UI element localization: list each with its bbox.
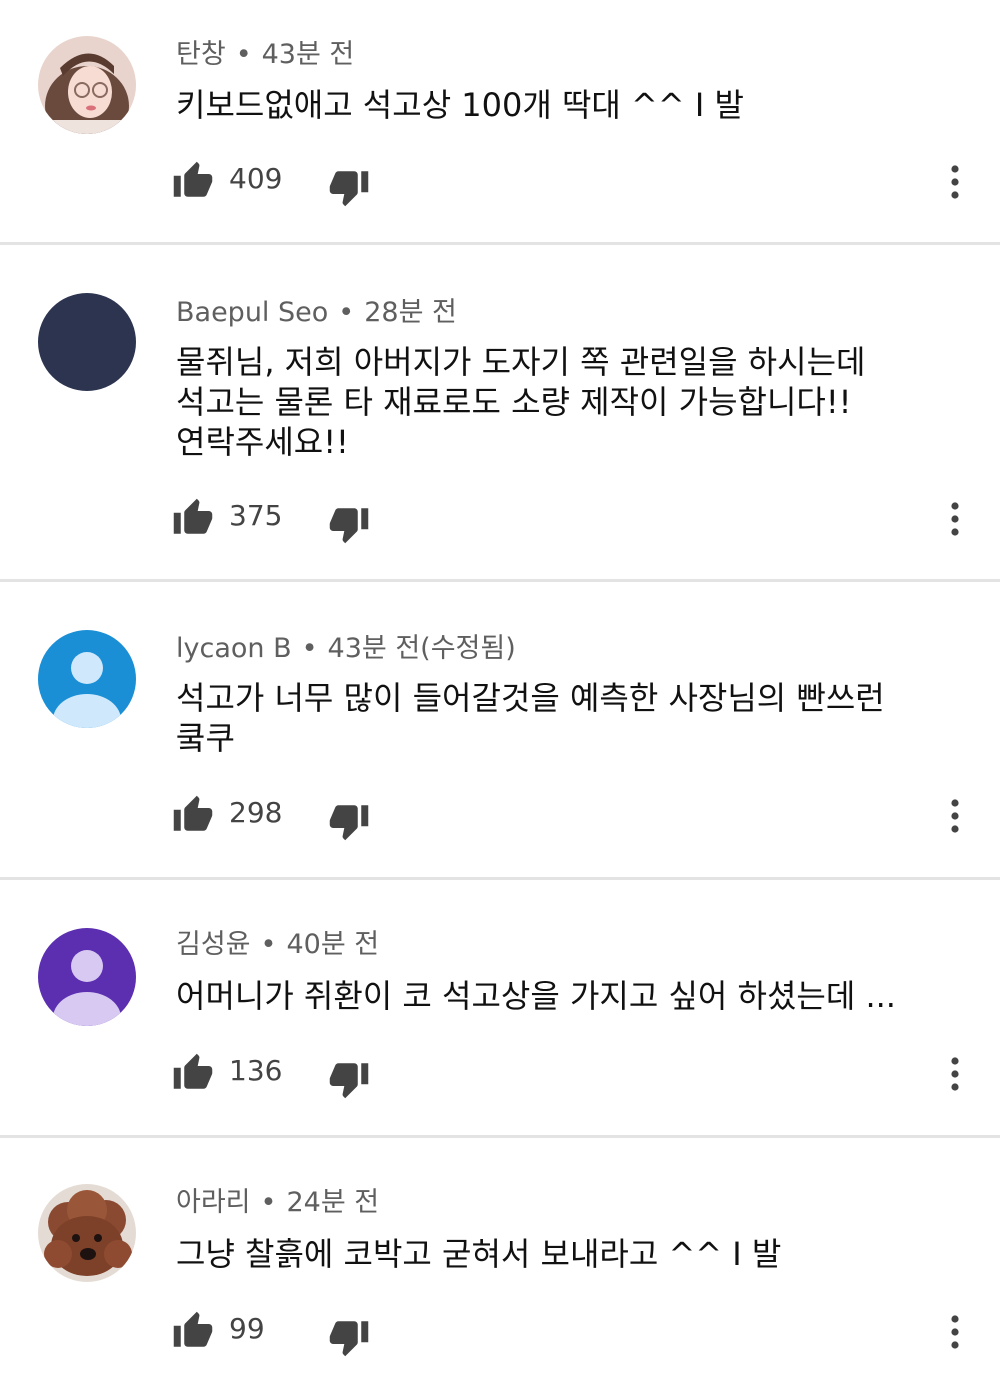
comment-actions: 298 [172,792,972,842]
thumbs-down-icon[interactable] [328,166,370,208]
comment-item: 김성윤 • 40분 전 어머니가 쥐환이 코 석고상을 가지고 싶어 하셨는데 ..… [0,880,1000,1138]
comment-time: 28분 전 [364,297,457,328]
comment-item: lycaon B • 43분 전(수정됨) 석고가 너무 많이 들어갈것을 예측한 … [0,582,1000,880]
separator-dot: • [260,929,277,960]
more-vertical-icon[interactable] [942,495,968,543]
comment-meta: 아라리 • 24분 전 [176,1186,379,1220]
comment-meta: Baepul Seo • 28분 전 [176,296,457,330]
avatar[interactable] [38,1184,136,1282]
like-count: 375 [229,499,283,532]
thumbs-up-icon[interactable] [172,160,214,202]
comment-text: 석고가 너무 많이 들어갈것을 예측한 사장님의 빤쓰런 쿸쿠 [176,679,885,757]
author-name[interactable]: lycaon B [176,633,292,664]
avatar[interactable] [38,928,136,1026]
like-count: 409 [229,162,283,195]
comment-time: 24분 전 [286,1187,380,1218]
thumbs-down-icon[interactable] [328,503,370,545]
more-vertical-icon[interactable] [942,158,968,206]
comment-text: 그냥 찰흙에 코박고 굳혀서 보내라고 ^^ I 발 [176,1235,782,1273]
comment-item: 탄창 • 43분 전 키보드없애고 석고상 100개 딱대 ^^ I 발 409 [0,0,1000,245]
author-name[interactable]: 아라리 [176,1187,251,1218]
thumbs-up-icon[interactable] [172,1052,214,1094]
comment-time: 40분 전 [286,929,380,960]
more-vertical-icon[interactable] [942,1050,968,1098]
thumbs-up-icon[interactable] [172,497,214,539]
comment-text: 키보드없애고 석고상 100개 딱대 ^^ I 발 [176,86,744,124]
author-name[interactable]: 탄창 [176,39,226,70]
separator-dot: • [260,1187,277,1218]
comment-time: 43분 전 [261,39,355,70]
like-count: 99 [229,1312,265,1345]
separator-dot: • [338,297,355,328]
separator-dot: • [235,39,252,70]
separator-dot: • [301,633,318,664]
thumbs-down-icon[interactable] [328,800,370,842]
thumbs-down-icon[interactable] [328,1058,370,1100]
comment-text: 물쥐님, 저희 아버지가 도자기 쪽 관련일을 하시는데 석고는 물론 타 재료… [176,343,866,461]
comment-item: Baepul Seo • 28분 전 물쥐님, 저희 아버지가 도자기 쪽 관련일을… [0,245,1000,582]
like-count: 298 [229,796,283,829]
thumbs-up-icon[interactable] [172,794,214,836]
comment-meta: 탄창 • 43분 전 [176,38,354,72]
more-vertical-icon[interactable] [942,792,968,840]
comment-text: 어머니가 쥐환이 코 석고상을 가지고 싶어 하셨는데 ... [176,977,896,1015]
comment-actions: 409 [172,158,972,208]
thumbs-up-icon[interactable] [172,1310,214,1352]
comment-actions: 375 [172,495,972,545]
author-name[interactable]: 김성윤 [176,929,251,960]
comment-meta: lycaon B • 43분 전(수정됨) [176,632,516,666]
comment-actions: 99 [172,1308,972,1358]
avatar[interactable] [38,293,136,391]
thumbs-down-icon[interactable] [328,1316,370,1358]
avatar[interactable] [38,630,136,728]
avatar[interactable] [38,36,136,134]
comment-actions: 136 [172,1050,972,1100]
comment-meta: 김성윤 • 40분 전 [176,928,379,962]
author-name[interactable]: Baepul Seo [176,297,328,328]
comment-time: 43분 전(수정됨) [327,633,516,664]
like-count: 136 [229,1054,283,1087]
more-vertical-icon[interactable] [942,1308,968,1356]
comment-item: 아라리 • 24분 전 그냥 찰흙에 코박고 굳혀서 보내라고 ^^ I 발 99 [0,1138,1000,1382]
